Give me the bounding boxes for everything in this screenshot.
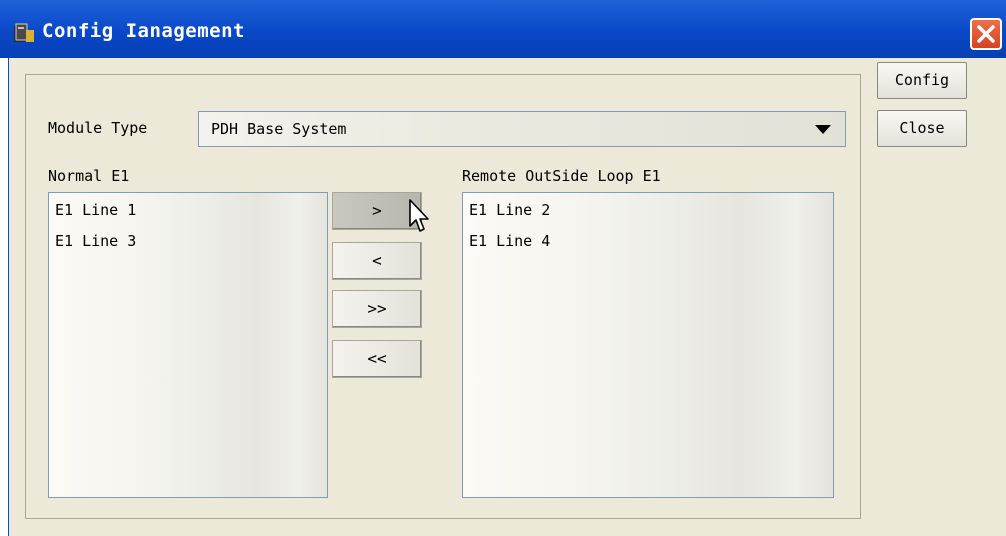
remote-e1-label: Remote OutSide Loop E1: [462, 167, 661, 185]
list-item[interactable]: E1 Line 4: [469, 232, 550, 250]
module-type-label: Module Type: [48, 119, 148, 137]
move-all-left-button[interactable]: <<: [332, 340, 422, 378]
config-button-label: Config: [894, 71, 950, 89]
close-icon: [977, 25, 995, 43]
close-window-button[interactable]: [970, 18, 1002, 50]
module-type-value: PDH Base System: [211, 120, 347, 138]
config-management-window: Config Ianagement Module Type PDH Base S…: [0, 0, 1006, 536]
list-item[interactable]: E1 Line 2: [469, 201, 550, 219]
list-item[interactable]: E1 Line 1: [55, 201, 136, 219]
move-all-right-label: >>: [367, 299, 387, 318]
title-bar[interactable]: Config Ianagement: [0, 0, 1006, 58]
close-button-label: Close: [899, 119, 945, 137]
move-all-right-button[interactable]: >>: [332, 290, 422, 328]
mouse-pointer-icon: [409, 199, 429, 232]
list-item[interactable]: E1 Line 3: [55, 232, 136, 250]
move-left-button[interactable]: <: [332, 242, 422, 280]
config-groupbox: Module Type PDH Base System Normal E1 Re…: [25, 74, 861, 519]
move-left-label: <: [372, 251, 382, 270]
close-button[interactable]: Close: [877, 110, 967, 147]
module-type-select[interactable]: PDH Base System: [198, 111, 846, 147]
dialog-client-area: Module Type PDH Base System Normal E1 Re…: [8, 58, 1006, 536]
normal-e1-label: Normal E1: [48, 167, 130, 185]
config-button[interactable]: Config: [877, 62, 967, 99]
app-icon: [12, 22, 36, 44]
normal-e1-listbox[interactable]: E1 Line 1 E1 Line 3: [48, 192, 328, 498]
chevron-down-icon[interactable]: [815, 125, 831, 134]
remote-e1-listbox[interactable]: E1 Line 2 E1 Line 4: [462, 192, 834, 498]
window-title: Config Ianagement: [42, 20, 245, 42]
move-all-left-label: <<: [367, 349, 387, 368]
